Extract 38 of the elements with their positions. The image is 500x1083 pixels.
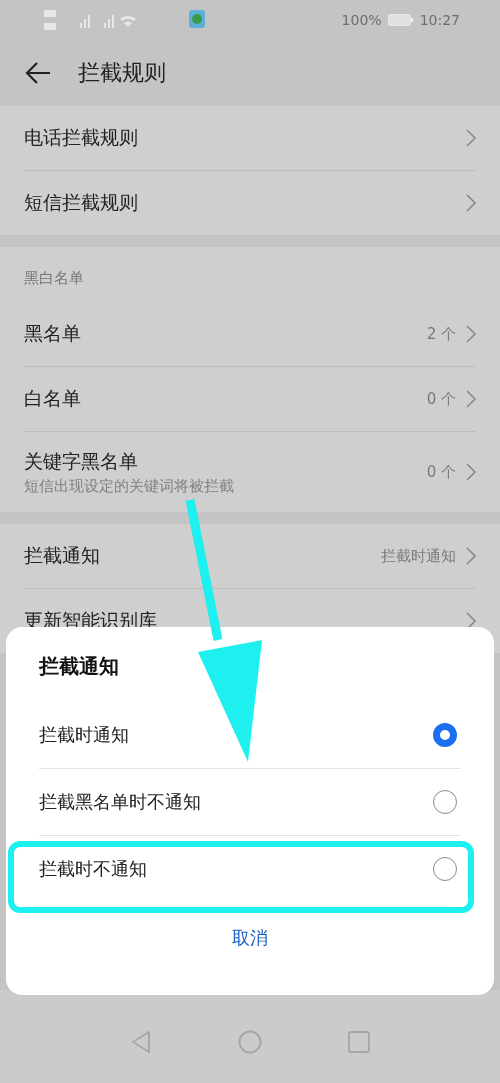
chevron-icon <box>466 390 476 408</box>
settings-row[interactable]: 关键字黑名单 短信出现设定的关键词将被拦截 0 个 <box>24 432 476 512</box>
back-arrow-icon[interactable] <box>24 61 52 85</box>
dialog-title: 拦截通知 <box>39 653 120 680</box>
chevron-icon <box>466 463 476 481</box>
row-value: 拦截时通知 <box>381 546 456 566</box>
row-label: 白名单 <box>24 386 81 411</box>
settings-row[interactable]: 短信拦截规则 <box>24 171 476 235</box>
row-label: 短信拦截规则 <box>24 190 138 215</box>
radio-button[interactable] <box>433 723 457 747</box>
option-label: 拦截时不通知 <box>39 857 147 881</box>
radio-option[interactable]: 拦截黑名单时不通知 <box>39 769 461 835</box>
battery-percentage: 100% <box>341 12 382 28</box>
row-value: 0 个 <box>426 462 456 482</box>
row-value: 2 个 <box>426 324 456 344</box>
settings-row[interactable]: 白名单 0 个 <box>24 367 476 431</box>
settings-row[interactable]: 拦截通知 拦截时通知 <box>24 524 476 588</box>
radio-option[interactable]: 拦截时不通知 <box>39 836 461 902</box>
row-label: 关键字黑名单 <box>24 448 139 474</box>
chevron-icon <box>466 194 476 212</box>
row-label: 电话拦截规则 <box>24 125 138 150</box>
chevron-icon <box>466 547 476 565</box>
chevron-icon <box>466 325 476 343</box>
settings-row[interactable]: 黑名单 2 个 <box>24 302 476 366</box>
row-label: 拦截通知 <box>24 543 100 568</box>
radio-option[interactable]: 拦截时通知 <box>39 702 461 768</box>
cancel-button[interactable]: 取消 <box>220 920 280 956</box>
battery-icon <box>387 14 414 26</box>
settings-row[interactable]: 电话拦截规则 <box>24 106 476 170</box>
section-heading: 黑白名单 <box>24 268 85 289</box>
option-label: 拦截时通知 <box>39 723 129 747</box>
row-subtitle: 短信出现设定的关键词将被拦截 <box>24 476 234 496</box>
row-value: 0 个 <box>426 389 456 409</box>
chevron-icon <box>466 129 476 147</box>
option-label: 拦截黑名单时不通知 <box>39 790 201 814</box>
clock: 10:27 <box>419 12 460 28</box>
page-title: 拦截规则 <box>78 59 166 87</box>
row-label: 黑名单 <box>24 321 81 346</box>
